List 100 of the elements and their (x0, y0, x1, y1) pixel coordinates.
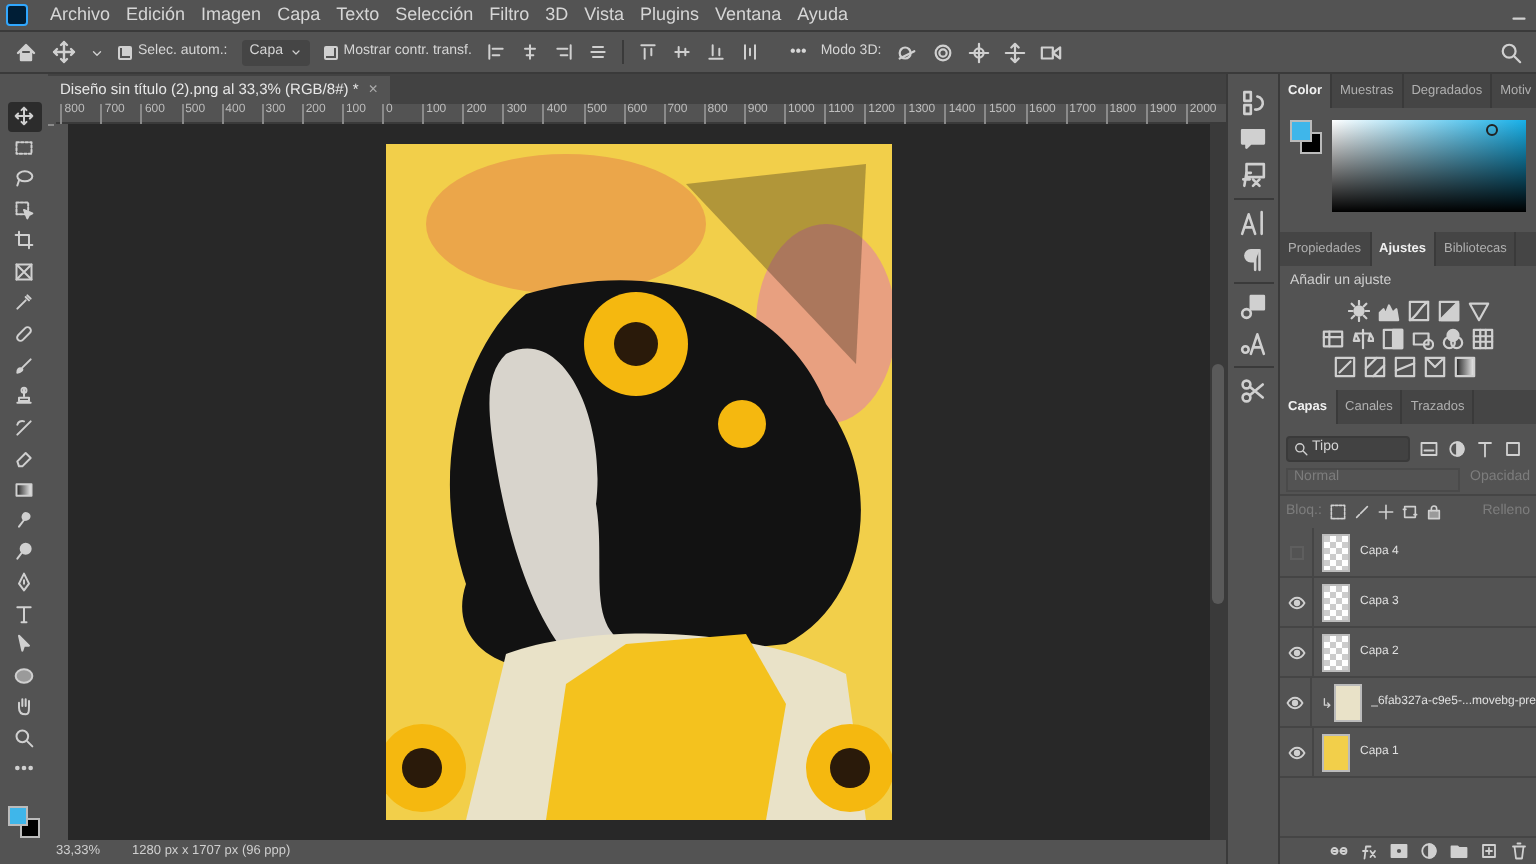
gradient-map-icon[interactable] (1423, 355, 1445, 377)
lock-pixels-icon[interactable] (1329, 504, 1346, 520)
channel-mixer-icon[interactable] (1442, 327, 1464, 349)
align-icon[interactable] (553, 42, 574, 62)
folder-icon[interactable] (1450, 842, 1468, 860)
menu-item[interactable]: Ayuda (797, 1, 848, 29)
lock-icon[interactable] (1425, 504, 1442, 520)
eye-icon[interactable] (1286, 693, 1305, 711)
hue-saturation-icon[interactable] (1322, 327, 1344, 349)
color-swatches[interactable] (1290, 120, 1321, 156)
move-tool-icon[interactable] (14, 106, 34, 127)
eyedropper-tool-icon[interactable] (14, 292, 34, 313)
more-button[interactable]: ••• (789, 40, 807, 64)
path-select-tool-icon[interactable] (14, 634, 34, 655)
fx-icon[interactable] (1240, 162, 1266, 188)
character-styles-icon[interactable] (1240, 330, 1266, 356)
exposure-icon[interactable] (1437, 299, 1459, 321)
threshold-icon[interactable] (1393, 355, 1415, 377)
levels-icon[interactable] (1377, 299, 1399, 321)
eye-icon[interactable] (1287, 743, 1305, 761)
menu-item[interactable]: Texto (336, 1, 380, 29)
balance-icon[interactable] (1352, 327, 1374, 349)
character-icon[interactable] (1240, 210, 1266, 236)
link-icon[interactable] (1330, 842, 1348, 860)
color-lookup-icon[interactable] (1472, 327, 1494, 349)
trash-icon[interactable] (1510, 842, 1528, 860)
glyphs-icon[interactable] (1240, 294, 1266, 320)
picker-handle[interactable] (1486, 124, 1499, 136)
pen-tool-icon[interactable] (14, 572, 34, 593)
menu-item[interactable]: Capa (277, 1, 321, 29)
home-icon[interactable] (14, 40, 38, 64)
align-icon[interactable] (637, 42, 658, 62)
stamp-tool-icon[interactable] (14, 386, 34, 407)
brightness-icon[interactable] (1347, 299, 1369, 321)
menu-item[interactable]: Archivo (50, 1, 111, 29)
menu-item[interactable]: Filtro (489, 1, 530, 29)
hand-tool-icon[interactable] (14, 696, 34, 717)
rotate-3d-icon[interactable] (895, 41, 918, 63)
ellipse-tool-icon[interactable] (14, 665, 34, 686)
invert-icon[interactable] (1333, 355, 1355, 377)
align-icon[interactable] (739, 42, 760, 62)
slide-3d-icon[interactable] (1003, 41, 1026, 63)
smudge-tool-icon[interactable] (14, 510, 34, 531)
eraser-tool-icon[interactable] (14, 448, 34, 469)
dodge-tool-icon[interactable] (14, 541, 34, 562)
type-filter-icon[interactable] (1476, 439, 1494, 457)
artboard-icon[interactable] (1401, 504, 1418, 520)
eye-icon[interactable] (1287, 593, 1305, 611)
roll-3d-icon[interactable] (931, 41, 954, 63)
image-filter-icon[interactable] (1420, 439, 1438, 457)
eye-icon[interactable] (1287, 643, 1305, 661)
lasso-tool-icon[interactable] (14, 168, 34, 189)
menu-item[interactable]: Ventana (715, 1, 782, 29)
photo-filter-icon[interactable] (1412, 327, 1434, 349)
vibrance-icon[interactable] (1467, 299, 1489, 321)
brush-tool-icon[interactable] (14, 355, 34, 376)
move-tool-icon[interactable] (52, 40, 76, 64)
brush-icon[interactable] (1353, 504, 1370, 520)
history-icon[interactable] (1240, 90, 1266, 116)
gradient-tool-icon[interactable] (14, 479, 34, 500)
menu-item[interactable]: Edición (126, 1, 186, 29)
align-icon[interactable] (671, 42, 692, 62)
align-icon[interactable] (485, 42, 506, 62)
scrollbar-thumb[interactable] (1212, 364, 1224, 604)
menu-item[interactable]: Plugins (640, 1, 700, 29)
type-tool-icon[interactable] (14, 603, 34, 624)
color-picker-field[interactable] (1332, 120, 1526, 212)
zoom-tool-icon[interactable] (14, 727, 34, 748)
crop-tool-icon[interactable] (14, 230, 34, 251)
paragraph-icon[interactable] (1240, 246, 1266, 272)
menu-item[interactable]: Vista (584, 1, 625, 29)
frame-tool-icon[interactable] (14, 261, 34, 282)
object-select-tool-icon[interactable] (14, 199, 34, 220)
posterize-icon[interactable] (1363, 355, 1385, 377)
menu-item[interactable]: 3D (545, 1, 569, 29)
adjustment-filter-icon[interactable] (1448, 439, 1466, 457)
comment-icon[interactable] (1240, 126, 1266, 152)
color-swatches[interactable] (7, 801, 41, 841)
align-icon[interactable] (519, 42, 540, 62)
caret-icon[interactable] (90, 45, 104, 59)
menu-item[interactable]: Imagen (201, 1, 262, 29)
new-layer-icon[interactable] (1480, 842, 1498, 860)
fx-icon[interactable] (1360, 842, 1378, 860)
move-icon[interactable] (1377, 504, 1394, 520)
search-icon[interactable] (1500, 41, 1522, 63)
camera-icon[interactable] (1039, 41, 1062, 63)
tool-button[interactable] (7, 102, 41, 132)
curves-icon[interactable] (1407, 299, 1429, 321)
adjustment-icon[interactable] (1420, 842, 1438, 860)
split-square-icon[interactable] (1382, 327, 1404, 349)
marquee-tool-icon[interactable] (14, 137, 34, 158)
selective-color-icon[interactable] (1453, 355, 1475, 377)
align-icon[interactable] (587, 42, 608, 62)
healing-brush-tool-icon[interactable] (14, 323, 34, 344)
history-brush-tool-icon[interactable] (14, 417, 34, 438)
app-logo-icon[interactable] (6, 4, 28, 26)
shape-filter-icon[interactable] (1504, 439, 1522, 457)
scissors-icon[interactable] (1240, 378, 1266, 404)
align-icon[interactable] (705, 42, 726, 62)
mask-icon[interactable] (1390, 842, 1408, 860)
